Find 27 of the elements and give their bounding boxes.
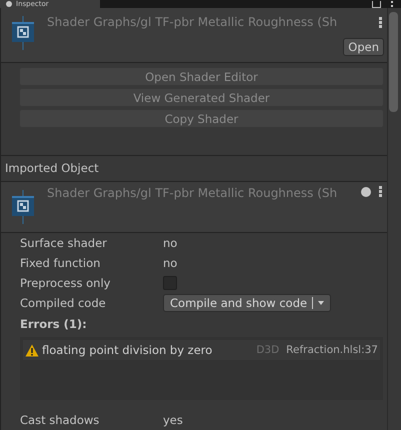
property-label: Cast shadows (20, 413, 100, 427)
property-label: Preprocess only (20, 276, 112, 290)
open-button[interactable]: Open (343, 38, 384, 56)
errors-heading: Errors (1): (19, 316, 88, 334)
property-label: Compiled code (20, 296, 107, 310)
more-icon[interactable] (379, 17, 382, 28)
warning-icon (25, 344, 39, 357)
property-value: no (163, 256, 178, 270)
property-value: yes (163, 413, 183, 427)
shader-icon (11, 190, 35, 224)
section-title: Imported Object (5, 161, 100, 175)
property-value: no (163, 236, 178, 250)
shader-icon (11, 16, 35, 50)
asset-title: Shader Graphs/gl TF-pbr Metallic Roughness (Sh (47, 14, 338, 29)
error-message: floating point division by zero (42, 343, 214, 358)
action-button[interactable]: Copy Shader (20, 110, 383, 127)
compile-dropdown[interactable]: Compile and show code (163, 294, 332, 312)
more-icon[interactable] (379, 186, 382, 197)
checkbox[interactable] (163, 276, 177, 290)
action-button[interactable]: Open Shader Editor (20, 68, 383, 85)
dropdown-arrow-icon (318, 301, 324, 306)
property-label: Surface shader (20, 236, 108, 250)
asset-title: Shader Graphs/gl TF-pbr Metallic Roughness (Sh (47, 185, 338, 200)
error-location: Refraction.hlsl:37 (286, 344, 378, 356)
property-label: Fixed function (20, 256, 102, 270)
action-button[interactable]: View Generated Shader (20, 89, 383, 106)
scrollbar[interactable] (387, 8, 401, 430)
